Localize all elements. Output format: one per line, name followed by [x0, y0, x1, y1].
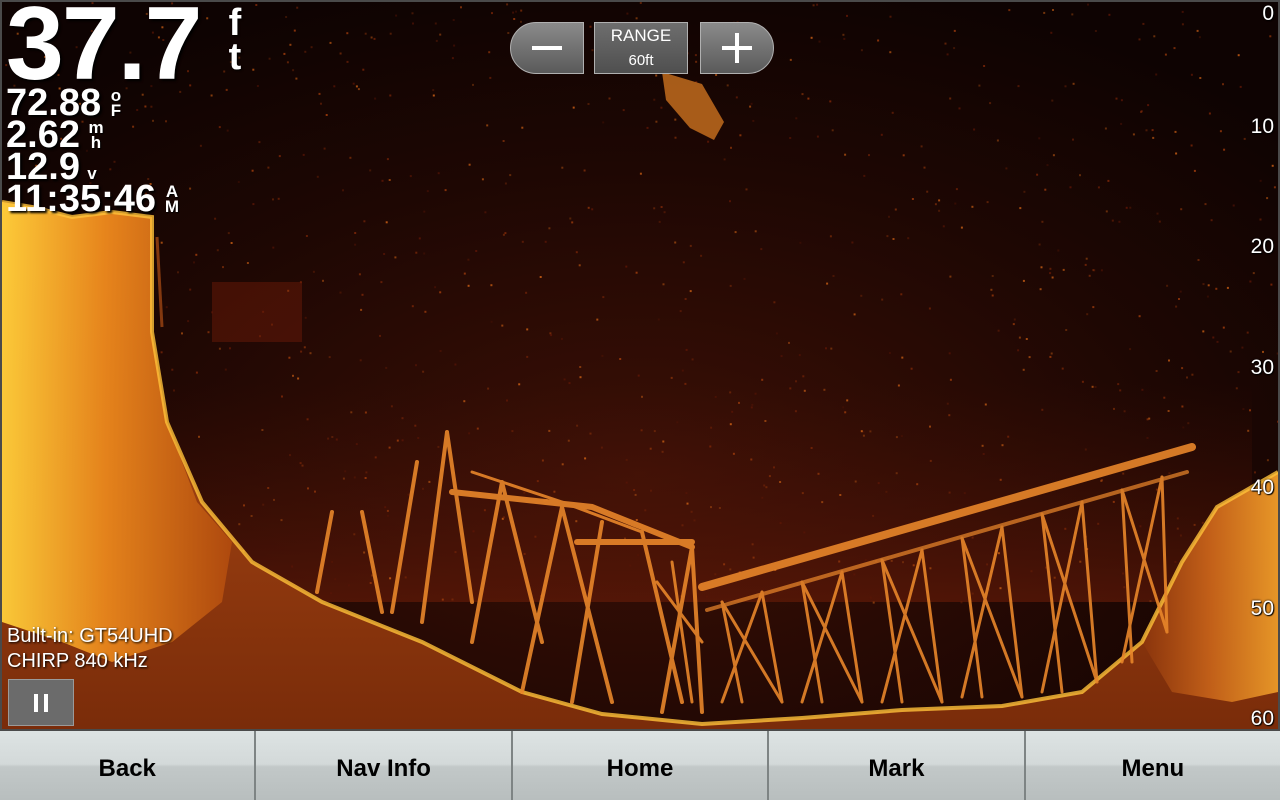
depth-unit: f t [228, 2, 242, 78]
menu-button[interactable]: Menu [1025, 731, 1280, 800]
range-control: RANGE 60ft [510, 22, 774, 74]
range-label: RANGE [610, 26, 672, 45]
frequency-label: CHIRP 840 kHz [7, 650, 148, 672]
softkey-bar: Back Nav Info Home Mark Menu [0, 731, 1280, 800]
transducer-label: Built-in: GT54UHD [7, 625, 173, 647]
pause-button[interactable] [8, 679, 74, 726]
home-button[interactable]: Home [512, 731, 770, 800]
pause-icon [31, 693, 51, 712]
speed-unit: m h [88, 118, 104, 152]
zoom-in-button[interactable] [700, 22, 774, 74]
depth-scale-label: 30 [1250, 356, 1274, 379]
range-value: 60ft [628, 52, 654, 69]
range-indicator[interactable]: RANGE 60ft [594, 22, 688, 74]
depth-scale-label: 40 [1250, 476, 1274, 499]
mark-button[interactable]: Mark [769, 731, 1026, 800]
back-button[interactable]: Back [0, 731, 257, 800]
depth-scale-label: 0 [1262, 2, 1274, 25]
sonar-image [2, 2, 1278, 729]
sonar-screen[interactable]: 37.7 f t 72.88 o F 2.62 m h 12.9 v 11:35… [0, 0, 1280, 731]
clock-time: 11:35:46 [6, 178, 157, 220]
time-unit: A M [164, 182, 180, 216]
zoom-out-button[interactable] [510, 22, 584, 74]
plus-icon [722, 33, 752, 63]
nav-info-button[interactable]: Nav Info [256, 731, 513, 800]
depth-scale-label: 50 [1250, 597, 1274, 620]
depth-scale-label: 10 [1250, 115, 1274, 138]
temperature-unit: o F [110, 86, 122, 120]
depth-scale-label: 60 [1250, 707, 1274, 730]
minus-icon [532, 46, 562, 50]
depth-scale-label: 20 [1250, 235, 1274, 258]
